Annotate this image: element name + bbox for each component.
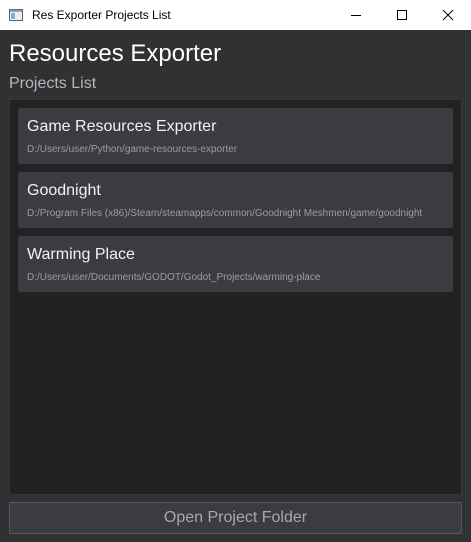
- project-path: D:/Program Files (x86)/Steam/steamapps/c…: [27, 208, 423, 219]
- project-name: Warming Place: [27, 246, 135, 263]
- project-name: Game Resources Exporter: [27, 118, 217, 135]
- minimize-icon[interactable]: [333, 0, 379, 30]
- app-window-icon: [8, 7, 24, 23]
- app-title: Resources Exporter: [9, 40, 222, 67]
- project-item-goodnight[interactable]: Goodnight D:/Program Files (x86)/Steam/s…: [18, 172, 453, 228]
- window-title: Res Exporter Projects List: [32, 8, 171, 22]
- project-item-game-resources-exporter[interactable]: Game Resources Exporter D:/Users/user/Py…: [18, 108, 453, 164]
- project-path: D:/Users/user/Python/game-resources-expo…: [27, 144, 238, 155]
- title-bar[interactable]: Res Exporter Projects List: [0, 0, 471, 30]
- project-item-warming-place[interactable]: Warming Place D:/Users/user/Documents/GO…: [18, 236, 453, 292]
- app-window: Res Exporter Projects List Resources Exp…: [0, 0, 471, 542]
- project-name: Goodnight: [27, 182, 101, 199]
- project-path: D:/Users/user/Documents/GODOT/Godot_Proj…: [27, 272, 321, 283]
- close-icon[interactable]: [425, 0, 471, 30]
- maximize-icon[interactable]: [379, 0, 425, 30]
- page-subtitle: Projects List: [9, 75, 97, 92]
- projects-list[interactable]: Game Resources Exporter D:/Users/user/Py…: [9, 99, 462, 495]
- open-project-folder-button[interactable]: Open Project Folder: [9, 502, 462, 534]
